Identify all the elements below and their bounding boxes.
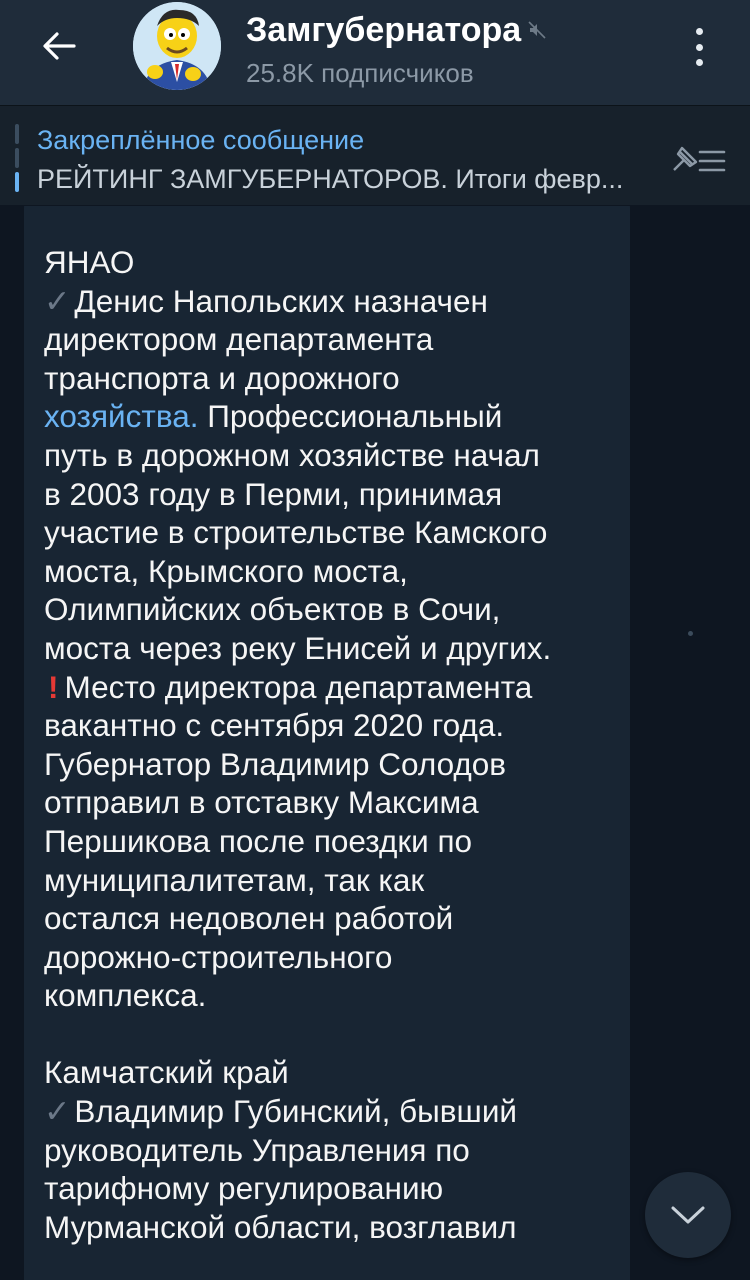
scroll-down-button[interactable] bbox=[645, 1172, 731, 1258]
muted-speaker-icon bbox=[528, 21, 546, 39]
message-line: Олимпийских объектов в Сочи, bbox=[44, 591, 501, 628]
pin-list-icon bbox=[673, 146, 726, 172]
message-line: вакантно с сентября 2020 года. bbox=[44, 707, 505, 744]
dot-icon bbox=[695, 43, 703, 51]
message-line: транспорта и дорожного bbox=[44, 359, 400, 396]
channel-title: Замгубернатора bbox=[246, 10, 547, 50]
check-mark-icon: ✓ bbox=[44, 282, 71, 319]
region-heading: Камчатский край bbox=[44, 1054, 289, 1091]
message-line: моста, Крымского моста, bbox=[44, 552, 408, 589]
message-line: участие в строительстве Камского bbox=[44, 514, 548, 551]
pinned-list-button[interactable] bbox=[668, 140, 728, 180]
message-list[interactable]: ЯНАО ✓ Денис Напольских назначен директор… bbox=[0, 206, 750, 1280]
message-line: тарифному регулированию bbox=[44, 1170, 444, 1207]
hashtag-link[interactable]: хозяйства. bbox=[44, 398, 199, 434]
pinned-text: РЕЙТИНГ ЗАМГУБЕРНАТОРОВ. Итоги февр... bbox=[37, 164, 624, 194]
message-line: дорожно-строительного bbox=[44, 938, 393, 975]
region-heading: ЯНАО bbox=[44, 244, 135, 280]
pin-indicator-segment-active bbox=[15, 172, 19, 192]
chevron-down-icon bbox=[671, 1206, 705, 1224]
message-line: руководитель Управления по bbox=[44, 1131, 470, 1168]
channel-info[interactable]: Замгубернатора 25.8K подписчиков bbox=[246, 10, 547, 89]
pin-indicator-segment bbox=[15, 124, 19, 144]
more-menu-button[interactable] bbox=[684, 24, 714, 70]
message-line: отправил в отставку Максима bbox=[44, 784, 479, 821]
channel-name: Замгубернатора bbox=[246, 11, 522, 49]
chat-header: Замгубернатора 25.8K подписчиков bbox=[0, 0, 750, 105]
pinned-message-bar[interactable]: Закреплённое сообщение РЕЙТИНГ ЗАМГУБЕРН… bbox=[0, 105, 750, 205]
scroll-dot bbox=[688, 631, 693, 636]
message-line: Губернатор Владимир Солодов bbox=[44, 745, 507, 782]
exclamation-icon: ! bbox=[48, 668, 59, 705]
message-line: Денис Напольских назначен bbox=[74, 282, 488, 319]
cartoon-mayor-avatar-icon bbox=[133, 2, 221, 90]
message-line: Профессиональный bbox=[198, 398, 503, 435]
message-line: Владимир Губинский, бывший bbox=[74, 1093, 518, 1130]
message-line: директором департамента bbox=[44, 321, 434, 358]
message-line: в 2003 году в Перми, принимая bbox=[44, 475, 503, 512]
dot-icon bbox=[695, 28, 703, 35]
arrow-left-icon bbox=[43, 32, 76, 60]
message-line: путь в дорожном хозяйстве начал bbox=[44, 436, 540, 473]
channel-avatar[interactable] bbox=[133, 2, 221, 90]
message-line: муниципалитетам, так как bbox=[44, 861, 425, 898]
message-text: ЯНАО ✓ Денис Напольских назначен директор… bbox=[44, 243, 609, 1246]
back-button[interactable] bbox=[32, 26, 86, 66]
message-line: моста через реку Енисей и других. bbox=[44, 629, 552, 666]
message-line: комплекса. bbox=[44, 977, 207, 1014]
pinned-indicator bbox=[15, 124, 19, 192]
check-mark-icon: ✓ bbox=[44, 1093, 71, 1130]
message-line: Першикова после поездки по bbox=[44, 822, 473, 859]
dot-icon bbox=[695, 59, 703, 66]
subscriber-count: 25.8K подписчиков bbox=[246, 58, 474, 88]
pinned-label: Закреплённое сообщение bbox=[37, 125, 365, 155]
message-line: Мурманской области, возглавил bbox=[44, 1208, 517, 1245]
pin-indicator-segment bbox=[15, 148, 19, 168]
message-line: Место директора департамента bbox=[64, 668, 533, 705]
message-line: остался недоволен работой bbox=[44, 900, 454, 937]
